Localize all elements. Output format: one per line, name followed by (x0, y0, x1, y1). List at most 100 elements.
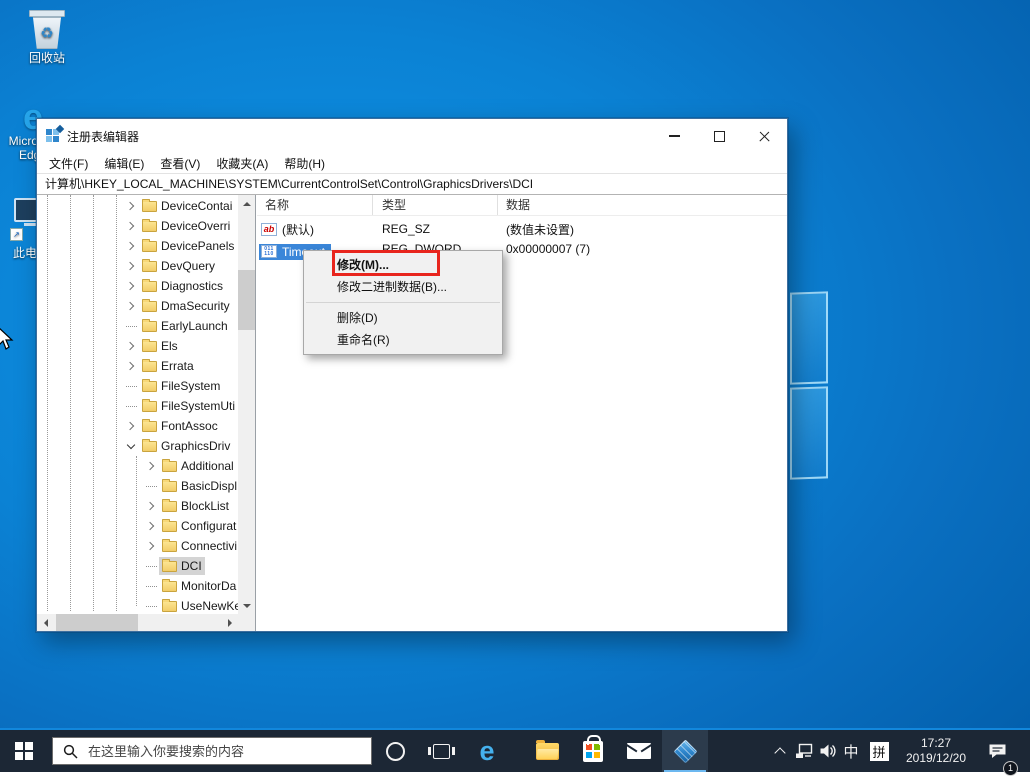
tree-item-label: DmaSecurity (161, 299, 230, 313)
tree-item-DeviceOverri[interactable]: DeviceOverri (37, 216, 238, 236)
tree-item-body: BasicDispl (159, 477, 238, 495)
value-row-0[interactable]: (默认) REG_SZ (数值未设置) (257, 219, 787, 239)
tree-item-DmaSecurity[interactable]: DmaSecurity (37, 296, 238, 316)
context-menu-item-4[interactable]: 重命名(R) (304, 329, 502, 351)
reg-dword-icon (261, 245, 277, 258)
tray-ime-mode[interactable]: 拼 (866, 730, 892, 772)
tree-connector (143, 478, 159, 494)
tray-clock[interactable]: 17:27 2019/12/20 (896, 730, 976, 772)
scroll-down-icon[interactable] (238, 597, 255, 614)
chevron-collapsed-icon[interactable] (123, 238, 139, 254)
chevron-collapsed-icon[interactable] (123, 418, 139, 434)
tree-item-DCI[interactable]: DCI (37, 556, 238, 576)
tree-item-MonitorDa[interactable]: MonitorDa (37, 576, 238, 596)
folder-icon (162, 558, 177, 572)
tree-item-label: DCI (181, 559, 202, 573)
scroll-up-icon[interactable] (238, 195, 255, 212)
taskbar-edge-button[interactable]: e (464, 730, 510, 772)
tray-volume[interactable] (816, 730, 840, 772)
menu-item-1[interactable]: 编辑(E) (96, 153, 152, 174)
desktop-icon-recycle-bin[interactable]: ♻ 回收站 (16, 10, 78, 66)
folder-icon (142, 278, 157, 292)
tree-item-GraphicsDriv[interactable]: GraphicsDriv (37, 436, 238, 456)
tree-item-DevicePanels[interactable]: DevicePanels (37, 236, 238, 256)
mouse-cursor (0, 328, 14, 350)
scroll-right-icon[interactable] (221, 614, 238, 631)
tree-item-FontAssoc[interactable]: FontAssoc (37, 416, 238, 436)
tree-item-EarlyLaunch[interactable]: EarlyLaunch (37, 316, 238, 336)
tree-item-Errata[interactable]: Errata (37, 356, 238, 376)
close-button[interactable] (742, 119, 787, 153)
chevron-collapsed-icon[interactable] (123, 218, 139, 234)
tree-item-label: DeviceContai (161, 199, 233, 213)
tray-show-hidden-icons[interactable] (770, 730, 790, 772)
search-input[interactable] (86, 742, 340, 760)
chevron-collapsed-icon[interactable] (123, 278, 139, 294)
tray-date: 2019/12/20 (905, 751, 967, 765)
address-bar[interactable]: 计算机\HKEY_LOCAL_MACHINE\SYSTEM\CurrentCon… (37, 173, 787, 195)
chevron-collapsed-icon[interactable] (143, 538, 159, 554)
tree-item-Configurat[interactable]: Configurat (37, 516, 238, 536)
tray-network[interactable] (792, 730, 816, 772)
tree-item-label: FileSystem (161, 379, 221, 393)
context-menu-item-0[interactable]: 修改(M)... (304, 254, 502, 276)
ime-language-label: 中 (843, 743, 859, 761)
chevron-collapsed-icon[interactable] (143, 458, 159, 474)
tree-item-label: Configurat (181, 519, 237, 533)
tree-item-label: DeviceOverri (161, 219, 231, 233)
tree-item-DeviceContai[interactable]: DeviceContai (37, 196, 238, 216)
tree-item-FileSystemUti[interactable]: FileSystemUti (37, 396, 238, 416)
folder-icon (142, 378, 157, 392)
tree-vertical-scrollbar[interactable] (238, 195, 255, 614)
scroll-left-icon[interactable] (37, 614, 54, 631)
menu-item-0[interactable]: 文件(F) (41, 153, 96, 174)
tree-item-Additional[interactable]: Additional (37, 456, 238, 476)
tree-hscroll-thumb[interactable] (56, 614, 138, 631)
taskbar-mail-button[interactable] (616, 730, 662, 772)
chevron-collapsed-icon[interactable] (123, 198, 139, 214)
tree-item-FileSystem[interactable]: FileSystem (37, 376, 238, 396)
tree-vscroll-thumb[interactable] (238, 270, 255, 330)
tree-item-BlockList[interactable]: BlockList (37, 496, 238, 516)
tree-connector (123, 318, 139, 334)
tree-item-BasicDispl[interactable]: BasicDispl (37, 476, 238, 496)
menu-item-2[interactable]: 查看(V) (152, 153, 208, 174)
chevron-expanded-icon[interactable] (123, 438, 139, 454)
taskbar-regedit-button[interactable] (662, 730, 708, 772)
chevron-collapsed-icon[interactable] (123, 338, 139, 354)
tray-action-center[interactable]: 1 (980, 730, 1018, 776)
tray-ime-language[interactable]: 中 (840, 730, 862, 772)
maximize-button[interactable] (697, 119, 742, 153)
column-header-type[interactable]: 类型 (373, 195, 498, 215)
tree-item-Connectivi[interactable]: Connectivi (37, 536, 238, 556)
chevron-collapsed-icon[interactable] (123, 258, 139, 274)
taskbar-search[interactable] (52, 737, 372, 765)
context-menu-item-1[interactable]: 修改二进制数据(B)... (304, 276, 502, 298)
chevron-collapsed-icon[interactable] (123, 298, 139, 314)
menu-item-3[interactable]: 收藏夹(A) (208, 153, 276, 174)
tree-item-DevQuery[interactable]: DevQuery (37, 256, 238, 276)
tree-panel: DeviceContai DeviceOverri DevicePanels DevQ… (37, 195, 256, 631)
start-button[interactable] (0, 730, 48, 772)
tree-horizontal-scrollbar[interactable] (37, 614, 238, 631)
tree-item-Diagnostics[interactable]: Diagnostics (37, 276, 238, 296)
minimize-button[interactable] (652, 119, 697, 153)
wallpaper-windows-logo-pane-bottom (790, 386, 828, 480)
column-header-name[interactable]: 名称 (257, 195, 373, 215)
context-menu-item-3[interactable]: 删除(D) (304, 307, 502, 329)
taskbar-store-button[interactable] (570, 730, 616, 772)
taskbar-cortana-button[interactable] (372, 730, 418, 772)
close-icon (758, 130, 771, 143)
tree-item-Els[interactable]: Els (37, 336, 238, 356)
taskbar-task-view-button[interactable] (418, 730, 464, 772)
tree-item-body: DCI (159, 557, 205, 575)
taskbar-file-explorer-button[interactable] (524, 730, 570, 772)
tree-item-UseNewKe[interactable]: UseNewKe (37, 596, 238, 616)
chevron-collapsed-icon[interactable] (143, 498, 159, 514)
column-header-data[interactable]: 数据 (498, 195, 787, 215)
folder-icon (162, 598, 177, 612)
chevron-collapsed-icon[interactable] (123, 358, 139, 374)
menu-item-4[interactable]: 帮助(H) (276, 153, 333, 174)
chevron-collapsed-icon[interactable] (143, 518, 159, 534)
tree-item-body: DeviceOverri (139, 217, 233, 235)
